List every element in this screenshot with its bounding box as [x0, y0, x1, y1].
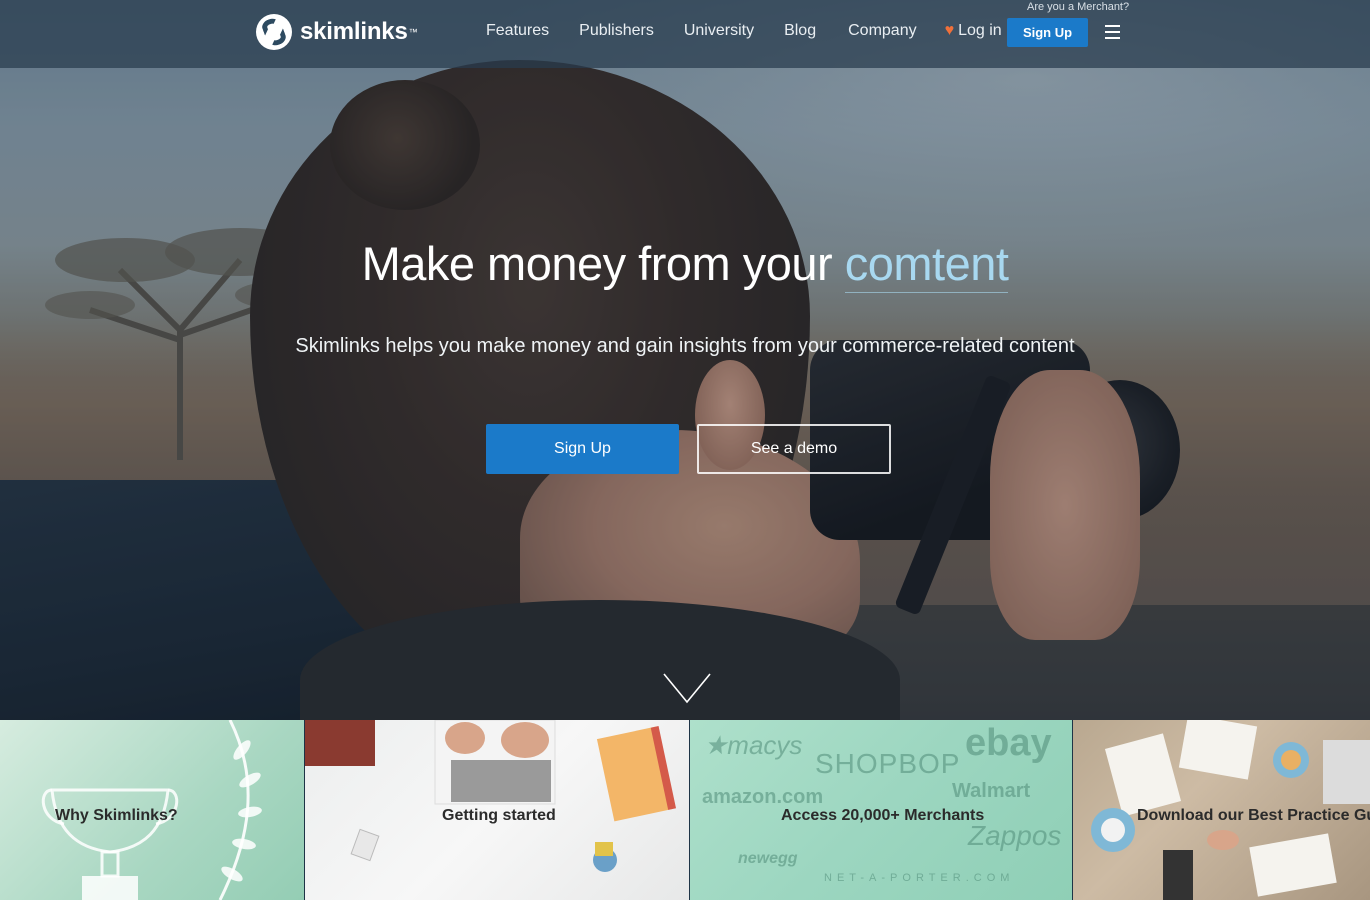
nav-links: Features Publishers University Blog Comp…: [486, 22, 1002, 40]
laurel-icon: [218, 720, 262, 900]
tile-getting-started[interactable]: Getting started: [305, 720, 689, 900]
tile-label: Why Skimlinks?: [55, 807, 178, 824]
hero-subtitle: Skimlinks helps you make money and gain …: [295, 335, 1075, 357]
feature-tiles: Why Skimlinks? Getting started ★macys SH…: [0, 720, 1370, 900]
tile-merchants[interactable]: ★macys SHOPBOP ebay Walmart amazon.com Z…: [690, 720, 1072, 900]
nav-link-features[interactable]: Features: [486, 22, 549, 40]
brand-logo-macys: ★macys: [704, 730, 803, 760]
hero-section: [0, 0, 1370, 720]
heart-icon: ♥: [944, 22, 955, 39]
brand-logo-newegg: newegg: [738, 850, 798, 867]
top-navbar: skimlinks ™ Are you a Merchant? Features…: [0, 0, 1370, 68]
nav-link-blog[interactable]: Blog: [784, 22, 816, 40]
login-link[interactable]: ♥ Log in: [945, 22, 1002, 40]
nav-signup-button[interactable]: Sign Up: [1007, 18, 1088, 47]
hamburger-icon[interactable]: [1105, 25, 1120, 39]
merchant-link[interactable]: Are you a Merchant?: [1027, 1, 1129, 13]
tile-label: Access 20,000+ Merchants: [781, 807, 985, 824]
chevron-down-icon[interactable]: [662, 672, 712, 704]
brand-logo-walmart: Walmart: [952, 780, 1031, 802]
tile-label: Download our Best Practice Guide: [1137, 807, 1370, 824]
nav-link-university[interactable]: University: [684, 22, 754, 40]
skimlinks-logo-icon: [256, 14, 292, 50]
nav-link-company[interactable]: Company: [848, 22, 916, 40]
tile-why-skimlinks[interactable]: Why Skimlinks?: [0, 720, 304, 900]
hero-title: Make money from your comtent: [0, 236, 1370, 293]
skimlinks-logo[interactable]: skimlinks ™: [256, 14, 418, 50]
brand-logo-net-a-porter: NET-A-PORTER.COM: [824, 872, 1015, 884]
tile-best-practice-guide[interactable]: Download our Best Practice Guide: [1073, 720, 1370, 900]
hero-title-highlight: comtent: [844, 237, 1009, 293]
tile-label: Getting started: [442, 807, 556, 824]
nav-link-publishers[interactable]: Publishers: [579, 22, 654, 40]
brand-logo-amazon: amazon.com: [702, 786, 824, 808]
trophy-icon: [41, 788, 179, 900]
see-demo-button[interactable]: See a demo: [697, 424, 891, 474]
hero-signup-button[interactable]: Sign Up: [486, 424, 679, 474]
login-label: Log in: [958, 22, 1002, 39]
hero-title-prefix: Make money from your: [361, 237, 845, 290]
logo-trademark: ™: [408, 27, 418, 37]
logo-text: skimlinks: [300, 18, 408, 45]
brand-logo-ebay: ebay: [965, 722, 1052, 764]
hero-overlay: [0, 0, 1370, 720]
brand-logo-shopbop: SHOPBOP: [815, 748, 961, 779]
